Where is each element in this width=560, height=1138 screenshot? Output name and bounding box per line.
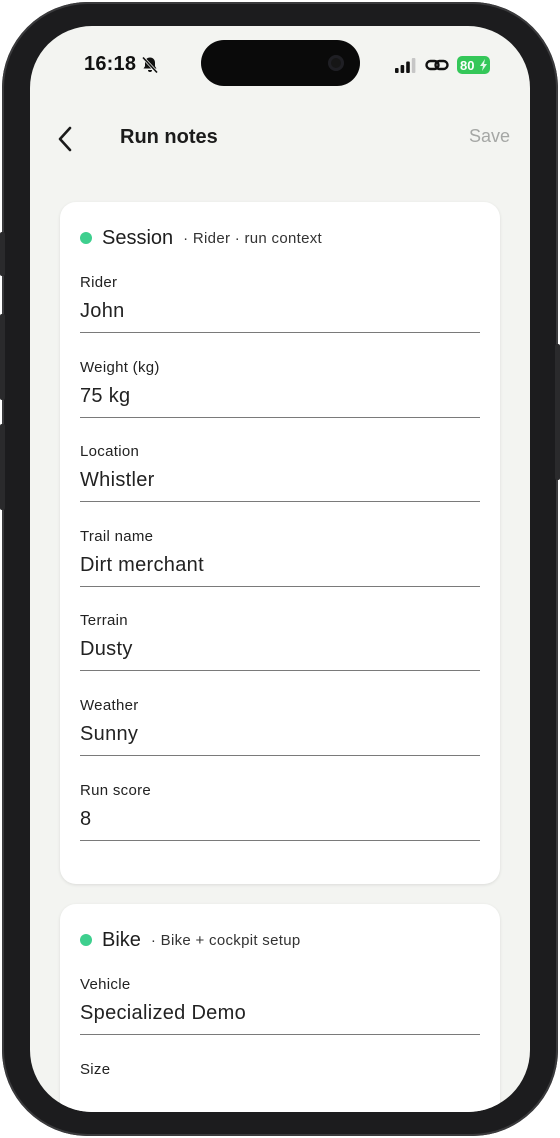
save-button[interactable]: Save — [469, 126, 510, 147]
status-icons: 80 — [395, 55, 490, 75]
field-label: Rider — [80, 274, 118, 291]
field-label: Location — [80, 443, 140, 460]
weight-field[interactable]: Weight (kg) 75 kg — [80, 359, 480, 431]
rider-field[interactable]: Rider John — [80, 274, 480, 346]
field-value[interactable]: 8 — [80, 808, 91, 831]
link-icon — [425, 59, 449, 71]
signal-icon — [395, 58, 416, 73]
field-label: Terrain — [80, 612, 128, 629]
field-underline — [80, 586, 480, 587]
field-underline — [80, 670, 480, 671]
nav-bar: Run notes Save — [30, 120, 530, 160]
field-label: Weight (kg) — [80, 359, 160, 376]
session-header: Session · Rider · run context — [80, 226, 322, 250]
dynamic-island — [201, 40, 360, 86]
field-value[interactable]: Dusty — [80, 638, 133, 661]
run-score-field[interactable]: Run score 8 — [80, 782, 480, 854]
field-label: Size — [80, 1061, 111, 1078]
field-label: Run score — [80, 782, 152, 799]
field-label: Weather — [80, 697, 139, 714]
bike-card: Bike · Bike + cockpit setup Vehicle Spec… — [60, 904, 500, 1112]
field-value[interactable]: 75 kg — [80, 385, 130, 408]
battery-indicator: 80 — [457, 56, 490, 74]
status-dot — [80, 232, 92, 244]
field-underline — [80, 1034, 480, 1035]
bike-header: Bike · Bike + cockpit setup — [80, 928, 301, 952]
field-value[interactable]: John — [80, 300, 125, 323]
action-button — [0, 232, 5, 276]
section-title: Bike — [102, 928, 141, 951]
field-value[interactable]: Dirt merchant — [80, 554, 204, 577]
location-field[interactable]: Location Whistler — [80, 443, 480, 515]
status-time: 16:18 — [84, 53, 137, 75]
size-field[interactable]: Size — [80, 1061, 480, 1112]
charging-bolt-icon — [480, 59, 487, 71]
session-card: Session · Rider · run context Rider John… — [60, 202, 500, 884]
section-subtitle: · Rider · run context — [183, 229, 323, 247]
field-value[interactable]: Whistler — [80, 469, 155, 492]
field-underline — [80, 755, 480, 756]
field-label: Trail name — [80, 528, 154, 545]
weather-field[interactable]: Weather Sunny — [80, 697, 480, 769]
power-button — [555, 344, 560, 480]
field-label: Vehicle — [80, 976, 131, 993]
field-value[interactable]: Specialized Demo — [80, 1002, 246, 1025]
screen: 16:18 80 Run notes Save Session · Rider … — [30, 26, 530, 1112]
field-value[interactable]: Sunny — [80, 723, 138, 746]
volume-down-button — [0, 424, 5, 510]
section-title: Session — [102, 226, 174, 249]
trail-name-field[interactable]: Trail name Dirt merchant — [80, 528, 480, 600]
volume-up-button — [0, 314, 5, 400]
vehicle-field[interactable]: Vehicle Specialized Demo — [80, 976, 480, 1048]
camera-icon — [328, 55, 344, 71]
section-subtitle: · Bike + cockpit setup — [150, 931, 301, 949]
field-underline — [80, 332, 480, 333]
back-chevron-icon[interactable] — [54, 124, 78, 154]
bell-slash-icon — [141, 56, 159, 74]
field-underline — [80, 501, 480, 502]
status-dot — [80, 934, 92, 946]
field-underline — [80, 840, 480, 841]
field-underline — [80, 417, 480, 418]
page-title: Run notes — [120, 126, 218, 148]
terrain-field[interactable]: Terrain Dusty — [80, 612, 480, 684]
battery-percent: 80 — [460, 57, 475, 73]
